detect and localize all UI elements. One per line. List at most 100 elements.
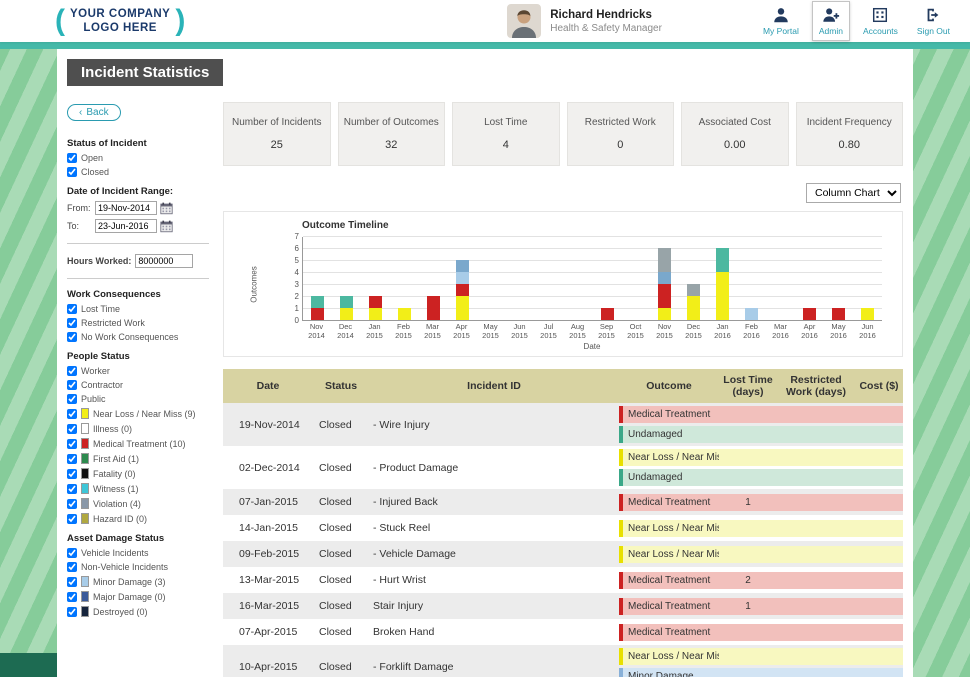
- checkbox[interactable]: [67, 408, 77, 419]
- nav-accounts[interactable]: Accounts: [857, 2, 904, 40]
- row-incident-id: - Product Damage: [373, 461, 459, 474]
- section-title-work-consequences: Work Consequences: [67, 289, 161, 300]
- filter-item-medical-treatment-10[interactable]: Medical Treatment (10): [67, 438, 209, 449]
- checkbox[interactable]: [67, 591, 77, 602]
- chart-column-feb-2016: [737, 237, 766, 320]
- checkbox[interactable]: [67, 468, 77, 479]
- filter-item-illness-0[interactable]: Illness (0): [67, 423, 209, 434]
- bar-segment-medical-treatment: [426, 296, 440, 320]
- table-row[interactable]: 02-Dec-2014 Closed - Product Damage Near Lo…: [223, 446, 903, 489]
- filter-label: Minor Damage (3): [93, 576, 166, 587]
- x-tick-label: May 2015: [482, 322, 499, 340]
- calendar-icon[interactable]: [160, 202, 173, 215]
- row-status: Closed: [319, 418, 352, 431]
- date-to-input[interactable]: [95, 219, 157, 233]
- checkbox[interactable]: [67, 453, 77, 464]
- checkbox[interactable]: [67, 304, 77, 314]
- checkbox[interactable]: [67, 380, 77, 390]
- nav-sign-out[interactable]: Sign Out: [911, 2, 956, 40]
- checkbox[interactable]: [67, 562, 77, 572]
- filter-item-open[interactable]: Open: [67, 153, 209, 163]
- filter-item-first-aid-1[interactable]: First Aid (1): [67, 453, 209, 464]
- avatar: [507, 4, 542, 38]
- outcome-label: Medical Treatment: [628, 409, 711, 421]
- filter-item-near-loss-near-miss-9[interactable]: Near Loss / Near Miss (9): [67, 408, 209, 419]
- checkbox[interactable]: [67, 606, 77, 617]
- x-tick-label: Jan 2015: [366, 322, 383, 340]
- calendar-icon[interactable]: [160, 220, 173, 233]
- checkbox[interactable]: [67, 576, 77, 587]
- checkbox[interactable]: [67, 318, 77, 328]
- checkbox[interactable]: [67, 366, 77, 376]
- main-panel: Incident Statistics ‹ Back Status of Inc…: [57, 49, 913, 677]
- table-row[interactable]: 07-Apr-2015 Closed Broken Hand Medical Trea…: [223, 619, 903, 645]
- checkbox[interactable]: [67, 423, 77, 434]
- legend-color-chip: [81, 591, 89, 602]
- stat-value: 32: [385, 139, 398, 151]
- table-row[interactable]: 10-Apr-2015 Closed - Forklift Damage Near L…: [223, 645, 903, 677]
- stat-label: Restricted Work: [584, 117, 656, 128]
- hours-worked-input[interactable]: [135, 254, 194, 268]
- filter-item-non-vehicle-incidents[interactable]: Non-Vehicle Incidents: [67, 562, 209, 572]
- filter-item-lost-time[interactable]: Lost Time: [67, 304, 209, 314]
- checkbox[interactable]: [67, 167, 77, 177]
- outcome-label: Minor Damage: [628, 671, 694, 677]
- people-status-filter-list: Worker Contractor Public Near Loss / Near M…: [67, 366, 209, 524]
- checkbox[interactable]: [67, 438, 77, 449]
- chart-type-select[interactable]: Column Chart: [806, 183, 901, 203]
- stat-label: Lost Time: [484, 117, 528, 128]
- filter-item-closed[interactable]: Closed: [67, 167, 209, 177]
- row-status: Closed: [319, 496, 352, 509]
- x-tick-label: Mar 2016: [772, 322, 789, 340]
- divider: [67, 278, 209, 279]
- filter-item-violation-4[interactable]: Violation (4): [67, 498, 209, 509]
- stat-value: 0.80: [838, 139, 860, 151]
- filter-item-worker[interactable]: Worker: [67, 366, 209, 376]
- filter-item-hazard-id-0[interactable]: Hazard ID (0): [67, 513, 209, 524]
- table-row[interactable]: 14-Jan-2015 Closed - Stuck Reel Near Loss /…: [223, 515, 903, 541]
- chart-title: Outcome Timeline: [302, 220, 389, 231]
- row-date: 14-Jan-2015: [239, 522, 298, 535]
- checkbox[interactable]: [67, 153, 77, 163]
- nav-admin[interactable]: Admin: [811, 1, 850, 41]
- back-button[interactable]: ‹ Back: [67, 104, 121, 121]
- filter-item-minor-damage-3[interactable]: Minor Damage (3): [67, 576, 209, 587]
- table-row[interactable]: 09-Feb-2015 Closed - Vehicle Damage Near Lo…: [223, 541, 903, 568]
- nav-label: Accounts: [862, 26, 898, 36]
- table-row[interactable]: 16-Mar-2015 Closed Stair Injury Medical Tre…: [223, 593, 903, 620]
- logo-paren-left: (: [55, 4, 65, 37]
- filter-item-no-work-consequences[interactable]: No Work Consequences: [67, 332, 209, 342]
- filter-item-destroyed-0[interactable]: Destroyed (0): [67, 606, 209, 617]
- chart-column-apr-2015: [448, 237, 477, 320]
- checkbox[interactable]: [67, 548, 77, 558]
- filter-item-vehicle-incidents[interactable]: Vehicle Incidents: [67, 548, 209, 558]
- teal-accent-strip: [0, 42, 970, 49]
- filter-item-public[interactable]: Public: [67, 394, 209, 404]
- row-outcomes: Medical Treatment 2: [619, 569, 903, 592]
- nav-my-portal[interactable]: My Portal: [757, 2, 805, 40]
- row-incident-id: - Hurt Wrist: [373, 574, 426, 587]
- table-row[interactable]: 07-Jan-2015 Closed - Injured Back Medical T…: [223, 489, 903, 516]
- table-row[interactable]: 19-Nov-2014 Closed - Wire Injury Medical Tr…: [223, 403, 903, 447]
- filter-item-contractor[interactable]: Contractor: [67, 380, 209, 390]
- x-tick-label: May 2016: [830, 322, 847, 340]
- filter-item-major-damage-0[interactable]: Major Damage (0): [67, 591, 209, 602]
- filter-item-fatality-0[interactable]: Fatality (0): [67, 468, 209, 479]
- checkbox[interactable]: [67, 332, 77, 342]
- date-from-input[interactable]: [95, 201, 157, 215]
- checkbox[interactable]: [67, 498, 77, 509]
- checkbox[interactable]: [67, 483, 77, 494]
- checkbox[interactable]: [67, 394, 77, 404]
- chart-column-may-2015: [477, 237, 506, 320]
- checkbox[interactable]: [67, 513, 77, 524]
- chart-column-mar-2016: [766, 237, 795, 320]
- legend-color-chip: [81, 606, 89, 617]
- chevron-left-icon: ‹: [79, 107, 83, 118]
- filter-label: Violation (4): [93, 498, 141, 509]
- table-row[interactable]: 13-Mar-2015 Closed - Hurt Wrist Medical Tre…: [223, 567, 903, 593]
- filter-item-witness-1[interactable]: Witness (1): [67, 483, 209, 494]
- chart-column-dec-2015: [679, 237, 708, 320]
- filter-label: Worker: [81, 366, 110, 376]
- logo-line2: LOGO HERE: [83, 22, 157, 34]
- filter-item-restricted-work[interactable]: Restricted Work: [67, 318, 209, 328]
